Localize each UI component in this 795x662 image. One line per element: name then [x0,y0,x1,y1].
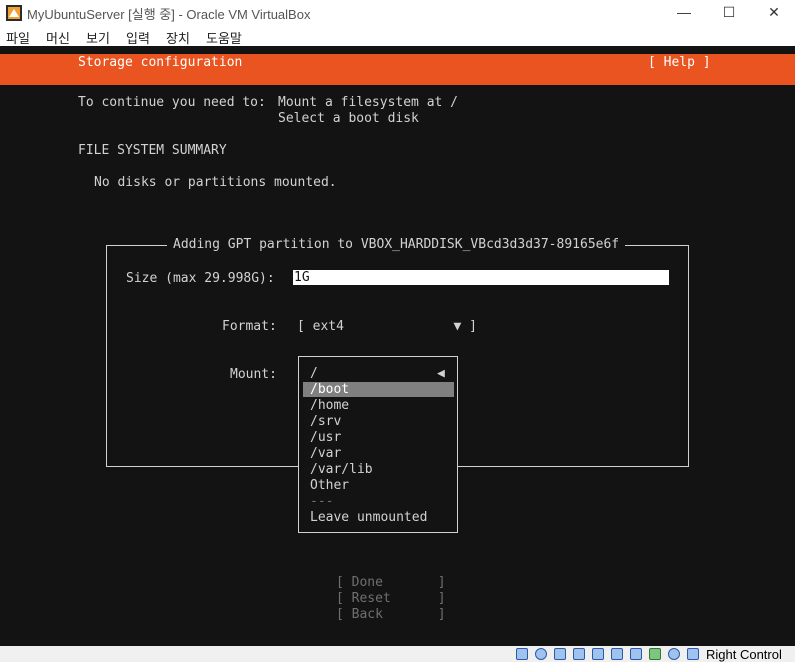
menu-machine[interactable]: 머신 [46,28,70,47]
mount-option-leave-unmounted[interactable]: Leave unmounted [310,510,427,526]
window-title: MyUbuntuServer [실행 중] - Oracle VM Virtua… [27,7,311,22]
back-button[interactable]: [ Back ] [336,607,446,623]
instruction-prefix: To continue you need to: [78,95,266,110]
mount-option-other[interactable]: Other [310,478,349,494]
audio-icon[interactable] [554,648,566,660]
dropdown-arrow-icon: ◀ [437,366,445,381]
hdd-icon[interactable] [516,648,528,660]
format-label: Format: [222,319,277,334]
optical-icon[interactable] [535,648,547,660]
virtualbox-icon [6,5,22,21]
instruction-mount-root: Mount a filesystem at / [278,95,459,110]
cpu-icon[interactable] [668,648,680,660]
network-icon[interactable] [573,648,585,660]
done-button[interactable]: [ Done ] [336,575,446,591]
host-key-label: Right Control [706,647,782,662]
mouse-icon[interactable] [687,648,699,660]
shared-folder-icon[interactable] [611,648,623,660]
mount-option-var[interactable]: /var [310,446,341,462]
instruction-boot-disk: Select a boot disk [278,111,419,126]
mount-option-srv[interactable]: /srv [310,414,341,430]
size-input[interactable]: 1G [293,270,669,285]
menu-help[interactable]: 도움말 [206,28,242,47]
minimize-button[interactable]: — [661,0,707,26]
maximize-button[interactable]: ☐ [706,0,752,26]
menu-input[interactable]: 입력 [126,28,150,47]
reset-button[interactable]: [ Reset ] [336,591,446,607]
dialog-title: Adding GPT partition to VBOX_HARDDISK_VB… [167,237,626,253]
mount-option-home[interactable]: /home [310,398,349,414]
mount-option-separator: --- [310,494,334,509]
mount-label: Mount: [230,367,277,382]
menu-devices[interactable]: 장치 [166,28,190,47]
mount-option-var-lib[interactable]: /var/lib [310,462,373,478]
display-icon[interactable] [630,648,642,660]
close-button[interactable]: ✕ [751,0,795,26]
mount-option-root[interactable]: / [310,366,318,382]
usb-icon[interactable] [592,648,604,660]
recording-icon[interactable] [649,648,661,660]
menu-bar: 파일 머신 보기 입력 장치 도움말 [0,26,795,46]
mount-option-boot[interactable]: /boot [310,382,349,398]
format-select[interactable]: [ ext4 ▼ ] [297,319,477,335]
help-button[interactable]: [ Help ] [648,55,711,71]
no-disks-text: No disks or partitions mounted. [94,175,337,190]
vm-screen[interactable]: Storage configuration [ Help ] To contin… [0,46,795,646]
status-bar: Right Control [0,646,795,662]
menu-view[interactable]: 보기 [86,28,110,47]
mount-option-usr[interactable]: /usr [310,430,341,446]
window-titlebar: MyUbuntuServer [실행 중] - Oracle VM Virtua… [0,0,795,26]
page-title: Storage configuration [78,55,243,70]
size-label: Size (max 29.998G): [126,271,275,286]
fs-summary-heading: FILE SYSTEM SUMMARY [78,143,227,158]
menu-file[interactable]: 파일 [6,28,30,47]
